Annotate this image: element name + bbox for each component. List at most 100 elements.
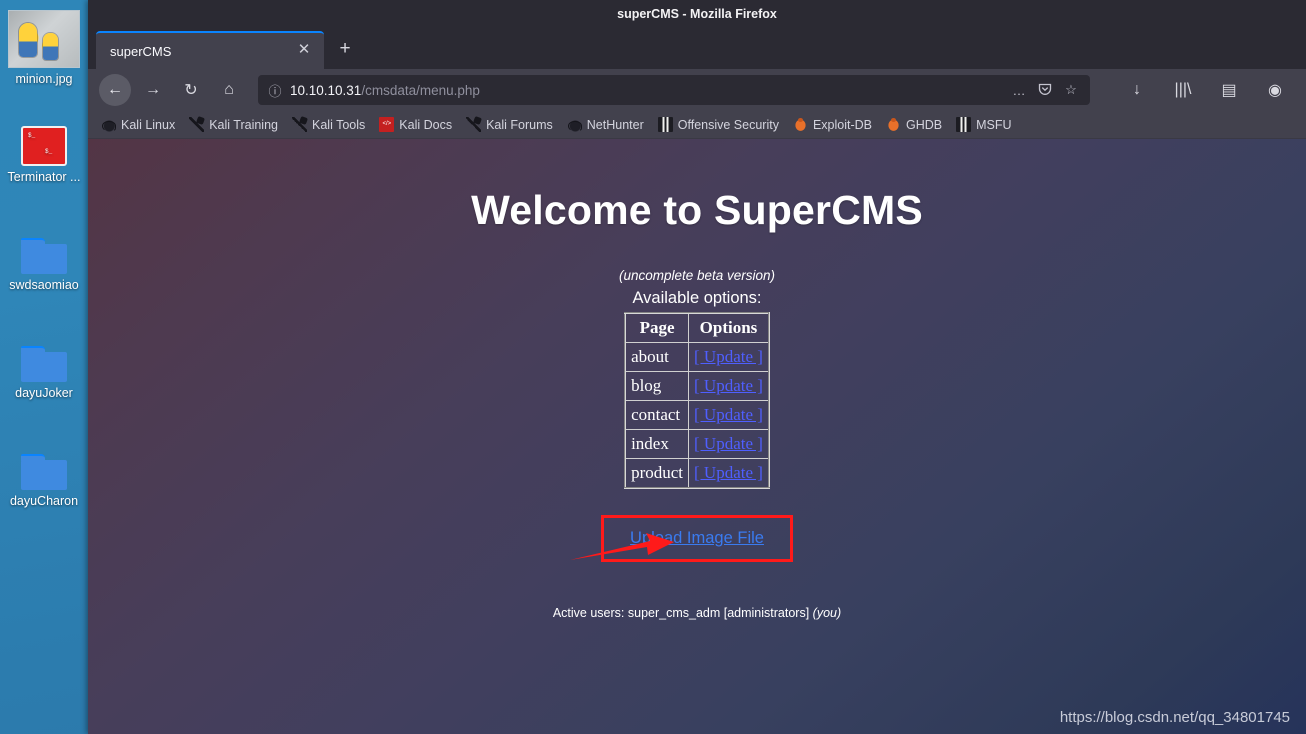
active-users-text: Active users: super_cms_adm [administrat…: [552, 606, 810, 620]
desktop-item-label: minion.jpg: [15, 72, 73, 86]
home-icon[interactable]: ⌂: [213, 74, 245, 106]
active-users-status: Active users: super_cms_adm [administrat…: [88, 606, 1306, 620]
forward-arrow-icon[interactable]: →: [137, 74, 169, 106]
active-users-you: (you): [812, 606, 842, 620]
back-arrow-icon[interactable]: ←: [99, 74, 131, 106]
library-icon[interactable]: |||\: [1167, 74, 1199, 106]
terminator-glyph-2: $_: [45, 148, 53, 155]
folder-icon: [21, 454, 67, 490]
url-text: 10.10.10.31/cmsdata/menu.php: [286, 83, 1006, 98]
update-link[interactable]: [ Update ]: [694, 405, 763, 424]
window-title: superCMS - Mozilla Firefox: [617, 7, 777, 21]
bookmark-offensive-security[interactable]: Offensive Security: [651, 115, 786, 134]
column-header-page: Page: [624, 312, 690, 343]
cell-page-name: index: [624, 429, 690, 459]
tab-strip: superCMS ✕ +: [88, 28, 1306, 69]
account-icon[interactable]: ◉: [1259, 74, 1291, 106]
metasploit-icon: [657, 117, 673, 132]
bookmark-msfu[interactable]: MSFU: [949, 115, 1018, 134]
update-link[interactable]: [ Update ]: [694, 463, 763, 482]
bookmarks-toolbar: Kali Linux Kali Training Kali Tools Kali…: [88, 111, 1306, 139]
cell-page-name: contact: [624, 400, 690, 430]
column-header-options: Options: [687, 312, 770, 343]
desktop-item-dayujoker[interactable]: dayuJoker: [0, 346, 88, 400]
pocket-icon[interactable]: [1032, 82, 1058, 99]
available-options-label: Available options:: [632, 289, 762, 307]
update-link[interactable]: [ Update ]: [694, 347, 763, 366]
reload-icon[interactable]: ↻: [175, 74, 207, 106]
close-icon[interactable]: ✕: [294, 41, 314, 61]
update-link[interactable]: [ Update ]: [694, 434, 763, 453]
desktop-item-label: dayuCharon: [9, 494, 79, 508]
desktop-item-label: swdsaomiao: [9, 278, 79, 292]
cell-page-name: product: [624, 458, 690, 489]
bookmark-kali-docs[interactable]: Kali Docs: [372, 115, 459, 134]
folder-icon: [21, 238, 67, 274]
tab-title: superCMS: [110, 43, 172, 59]
upload-section: Upload Image File: [88, 515, 1306, 562]
bookmark-label: Kali Linux: [121, 117, 176, 132]
table-header-row: Page Options: [624, 312, 770, 343]
bookmark-label: Kali Docs: [399, 117, 453, 132]
bookmark-label: Kali Forums: [486, 117, 553, 132]
terminator-file-icon: $_ $_: [21, 126, 67, 166]
terminator-glyph-1: $_: [28, 132, 36, 139]
wrench-icon: [292, 117, 307, 132]
desktop-item-swdsaomiao[interactable]: swdsaomiao: [0, 238, 88, 292]
cell-page-option: [ Update ]: [687, 458, 770, 489]
bug-icon: [886, 117, 901, 132]
url-path: /cmsdata/menu.php: [361, 82, 480, 98]
bookmark-label: Kali Training: [209, 117, 278, 132]
image-file-icon: [8, 10, 80, 68]
bookmark-kali-forums[interactable]: Kali Forums: [459, 115, 560, 134]
desktop-item-minion[interactable]: minion.jpg: [0, 10, 88, 86]
options-table: Page Options about [ Update ] blog [ Upd…: [624, 312, 770, 489]
annotation-arrow-icon: [570, 533, 674, 560]
table-row: blog [ Update ]: [624, 371, 770, 401]
table-row: index [ Update ]: [624, 429, 770, 459]
new-tab-button[interactable]: +: [328, 33, 362, 67]
tab-supercms[interactable]: superCMS ✕: [96, 31, 324, 69]
downloads-icon[interactable]: ↓: [1121, 74, 1153, 106]
desktop-item-label: Terminator ...: [7, 170, 81, 184]
toolbar-end-buttons: ↓ |||\ ▤ ◉: [1100, 74, 1298, 106]
bookmark-label: Offensive Security: [677, 117, 779, 132]
desktop-item-dayucharon[interactable]: dayuCharon: [0, 454, 88, 508]
bookmark-label: GHDB: [906, 117, 943, 132]
table-row: product [ Update ]: [624, 458, 770, 489]
kali-dragon-icon: [101, 117, 116, 132]
bookmark-exploit-db[interactable]: Exploit-DB: [786, 115, 879, 134]
web-page-content: Welcome to SuperCMS (uncomplete beta ver…: [88, 139, 1306, 734]
bookmark-kali-linux[interactable]: Kali Linux: [94, 115, 182, 134]
cell-page-option: [ Update ]: [687, 342, 770, 372]
site-info-icon[interactable]: ⓘ: [264, 81, 286, 100]
bookmark-ghdb[interactable]: GHDB: [879, 115, 949, 134]
update-link[interactable]: [ Update ]: [694, 376, 763, 395]
bookmark-label: Exploit-DB: [812, 117, 872, 132]
page-title: Welcome to SuperCMS: [471, 187, 923, 233]
address-bar[interactable]: ⓘ 10.10.10.31/cmsdata/menu.php … ☆: [258, 75, 1090, 105]
bookmark-star-icon[interactable]: ☆: [1058, 82, 1084, 98]
bookmark-label: MSFU: [976, 117, 1012, 132]
sidebars-icon[interactable]: ▤: [1213, 74, 1245, 106]
bookmark-nethunter[interactable]: NetHunter: [560, 115, 651, 134]
desktop-item-terminator[interactable]: $_ $_ Terminator ...: [0, 126, 88, 184]
bookmark-kali-tools[interactable]: Kali Tools: [285, 115, 372, 134]
red-book-icon: [379, 117, 395, 132]
cell-page-option: [ Update ]: [687, 371, 770, 401]
kali-dragon-icon: [566, 117, 582, 132]
wrench-icon: [189, 117, 205, 132]
bookmark-kali-training[interactable]: Kali Training: [182, 115, 285, 134]
table-row: about [ Update ]: [624, 342, 770, 372]
pocket-glyph: [1038, 83, 1052, 95]
desktop-icon-column: minion.jpg $_ $_ Terminator ... swdsaomi…: [0, 0, 88, 734]
cell-page-option: [ Update ]: [687, 400, 770, 430]
desktop-item-label: dayuJoker: [15, 386, 73, 400]
metasploit-icon: [956, 117, 972, 132]
folder-icon: [21, 346, 67, 382]
beta-note: (uncomplete beta version): [618, 268, 776, 283]
options-table-wrapper: Page Options about [ Update ] blog [ Upd…: [88, 312, 1306, 489]
bug-icon: [792, 117, 808, 132]
firefox-window: superCMS - Mozilla Firefox superCMS ✕ + …: [88, 0, 1306, 734]
page-actions-icon[interactable]: …: [1006, 83, 1032, 98]
